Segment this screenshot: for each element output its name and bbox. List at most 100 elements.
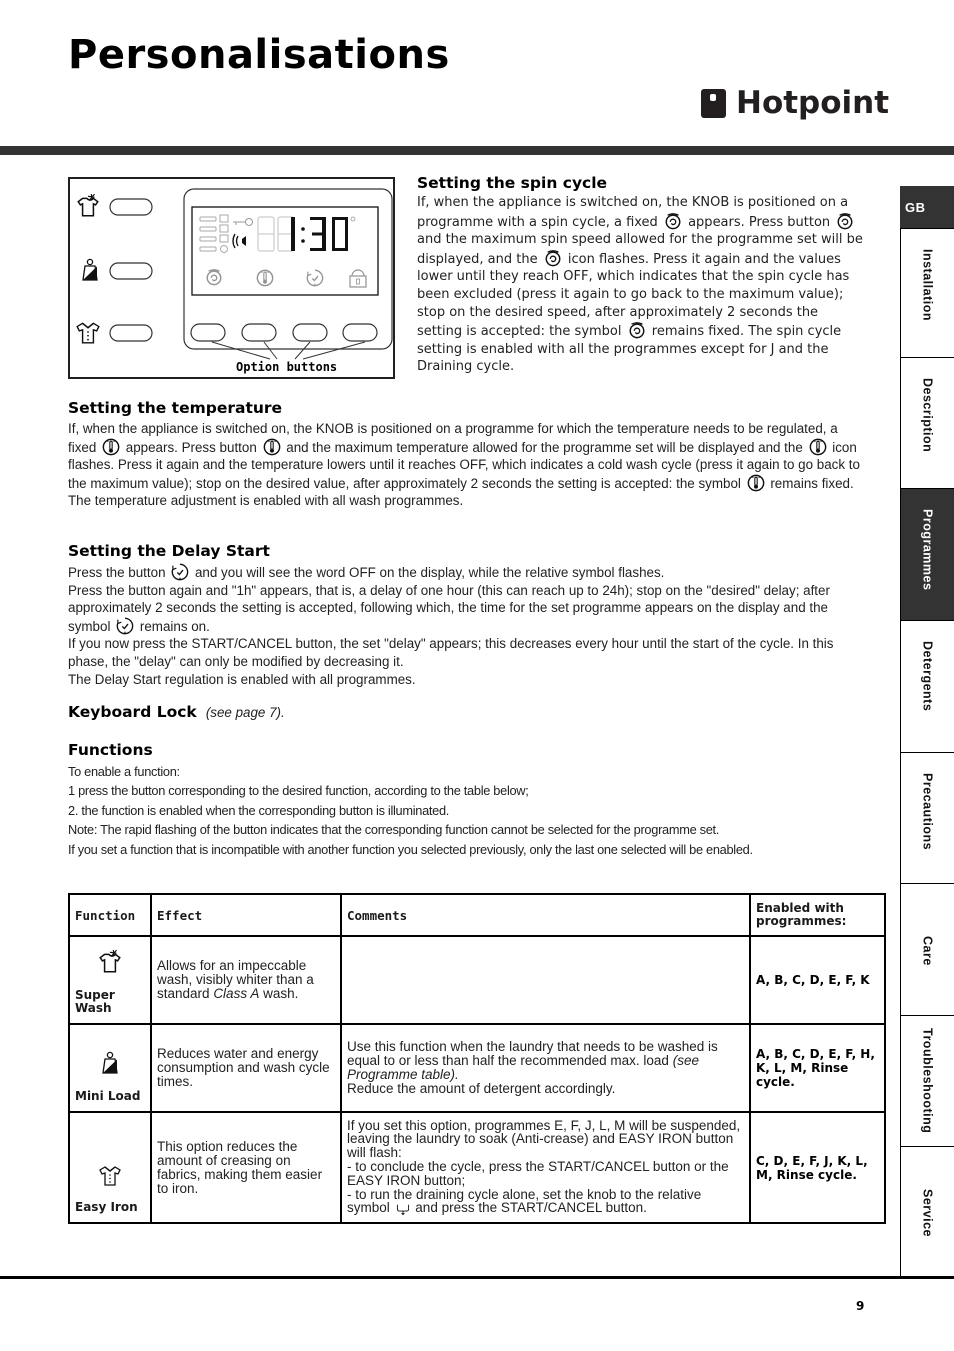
side-tab-language: GB (900, 186, 954, 229)
side-tab-troubleshooting[interactable]: Troubleshooting (900, 1016, 954, 1147)
option-button-delay (292, 323, 328, 342)
option-button-spin (190, 323, 226, 342)
side-tab-label: Precautions (920, 773, 935, 851)
footer-divider (0, 1276, 954, 1279)
text: - to conclude the cycle, press the START… (347, 1159, 729, 1188)
page-number: 9 (856, 1299, 865, 1313)
spin-icon (664, 212, 682, 230)
table-header-row: Function Effect Comments Enabled with pr… (68, 893, 886, 937)
mini-load-weight-icon (98, 1050, 122, 1076)
effect-cell: Allows for an impeccable wash, visibly w… (150, 935, 342, 1025)
side-tab-installation[interactable]: Installation (900, 229, 954, 358)
function-cell: Mini Load (68, 1023, 152, 1113)
functions-intro: To enable a function: 1 press the button… (68, 762, 868, 859)
functions-line: 2. the function is enabled when the corr… (68, 802, 450, 818)
header-enabled: Enabled with programmes: (749, 893, 886, 937)
text: If you now press the START/CANCEL button… (68, 636, 834, 669)
side-tab-label: Detergents (920, 641, 935, 712)
side-tab-label: Care (920, 936, 935, 966)
table-row: Easy Iron This option reduces the amount… (68, 1111, 886, 1224)
text: - to run the draining cycle alone, set t… (347, 1187, 744, 1217)
option-button-temperature (241, 323, 277, 342)
thermometer-icon (809, 438, 827, 456)
side-tab-label: Installation (920, 249, 935, 321)
option-button-lock (342, 323, 378, 342)
display-temp-icon (256, 269, 274, 287)
function-cell: Easy Iron (68, 1111, 152, 1224)
function-name: Mini Load (75, 1089, 141, 1103)
enabled-cell: A, B, C, D, E, F, K (749, 935, 886, 1025)
mini-load-icon (82, 258, 98, 281)
table-row: Mini Load Reduces water and energy consu… (68, 1023, 886, 1113)
text: The temperature adjustment is enabled wi… (68, 493, 464, 509)
hotpoint-logo-icon (701, 88, 726, 118)
header-function: Function (68, 893, 152, 937)
delay-clock-icon (116, 617, 134, 635)
spin-icon (544, 249, 562, 267)
table-row: Super Wash Allows for an impeccable wash… (68, 935, 886, 1025)
thermometer-icon (102, 438, 120, 456)
side-tab-precautions[interactable]: Precautions (900, 753, 954, 884)
text: remains fixed. (770, 475, 854, 491)
easy-iron-shirt-icon (98, 1163, 122, 1187)
easy-iron-icon (76, 322, 100, 344)
delay-heading: Setting the Delay Start (68, 542, 270, 560)
text: If you set this option, programmes E, F,… (347, 1117, 741, 1161)
brand-name: Hotpoint (736, 85, 890, 121)
control-panel-figure (68, 177, 395, 379)
display-time (291, 217, 348, 251)
side-tab-programmes[interactable]: Programmes (900, 489, 954, 621)
super-wash-shirt-icon (97, 949, 123, 975)
text: Use this function when the laundry that … (347, 1039, 718, 1069)
display-lock-icon (349, 269, 367, 288)
text: The Delay Start regulation is enabled wi… (68, 671, 416, 687)
sound-icon (232, 233, 246, 249)
functions-line: Note: The rapid flashing of the button i… (68, 822, 720, 838)
side-tab-detergents[interactable]: Detergents (900, 621, 954, 753)
super-wash-icon (77, 193, 99, 217)
function-cell: Super Wash (68, 935, 152, 1025)
text: appears. Press button (688, 214, 831, 230)
comments-cell: If you set this option, programmes E, F,… (340, 1111, 751, 1224)
enabled-cell: A, B, C, D, E, F, H, K, L, M, Rinse cycl… (749, 1023, 886, 1113)
side-tab-label: Description (920, 378, 935, 453)
function-name: Super Wash (75, 988, 115, 1015)
text: Reduce the amount of detergent according… (347, 1080, 616, 1096)
header-divider (0, 146, 954, 155)
side-tab-care[interactable]: Care (900, 884, 954, 1016)
enabled-cell: C, D, E, F, J, K, L, M, Rinse cycle. (749, 1111, 886, 1224)
function-name: Easy Iron (75, 1200, 138, 1214)
thermometer-icon (263, 438, 281, 456)
side-tab-service[interactable]: Service (900, 1147, 954, 1278)
header-effect: Effect (150, 893, 342, 937)
effect-cell: Reduces water and energy consumption and… (150, 1023, 342, 1113)
mini-load-button (109, 262, 153, 280)
spin-icon (628, 321, 646, 339)
header-comments: Comments (340, 893, 751, 937)
text: and press the START/CANCEL button. (415, 1200, 647, 1216)
temperature-paragraph: If, when the appliance is switched on, t… (68, 420, 868, 510)
text: remains on. (139, 618, 210, 634)
thermometer-icon (747, 474, 765, 492)
page-title: Personalisations (68, 32, 450, 78)
delay-clock-icon (171, 563, 189, 581)
side-tab-label: Troubleshooting (920, 1028, 935, 1134)
text: appears. Press button (125, 439, 257, 455)
effect-cell: This option reduces the amount of creasi… (150, 1111, 342, 1224)
key-icon (233, 218, 253, 226)
temperature-heading: Setting the temperature (68, 399, 283, 417)
display-spin-icon (206, 268, 222, 286)
display-delay-icon (306, 269, 324, 287)
drain-icon (396, 1202, 410, 1216)
side-tab-description[interactable]: Description (900, 358, 954, 489)
text: Press the button (68, 565, 166, 580)
delay-paragraph: Press the button and you will see the wo… (68, 563, 868, 688)
keyboard-lock-line: Keyboard Lock (see page 7). (68, 702, 285, 722)
language-label: GB (905, 199, 926, 215)
keyboard-lock-heading: Keyboard Lock (68, 703, 197, 721)
comments-cell (340, 935, 751, 1025)
brand-logo: Hotpoint (701, 84, 889, 122)
functions-line: 1 press the button corresponding to the … (68, 783, 529, 799)
keyboard-lock-page-ref[interactable]: (see page 7). (206, 705, 285, 720)
comments-cell: Use this function when the laundry that … (340, 1023, 751, 1113)
